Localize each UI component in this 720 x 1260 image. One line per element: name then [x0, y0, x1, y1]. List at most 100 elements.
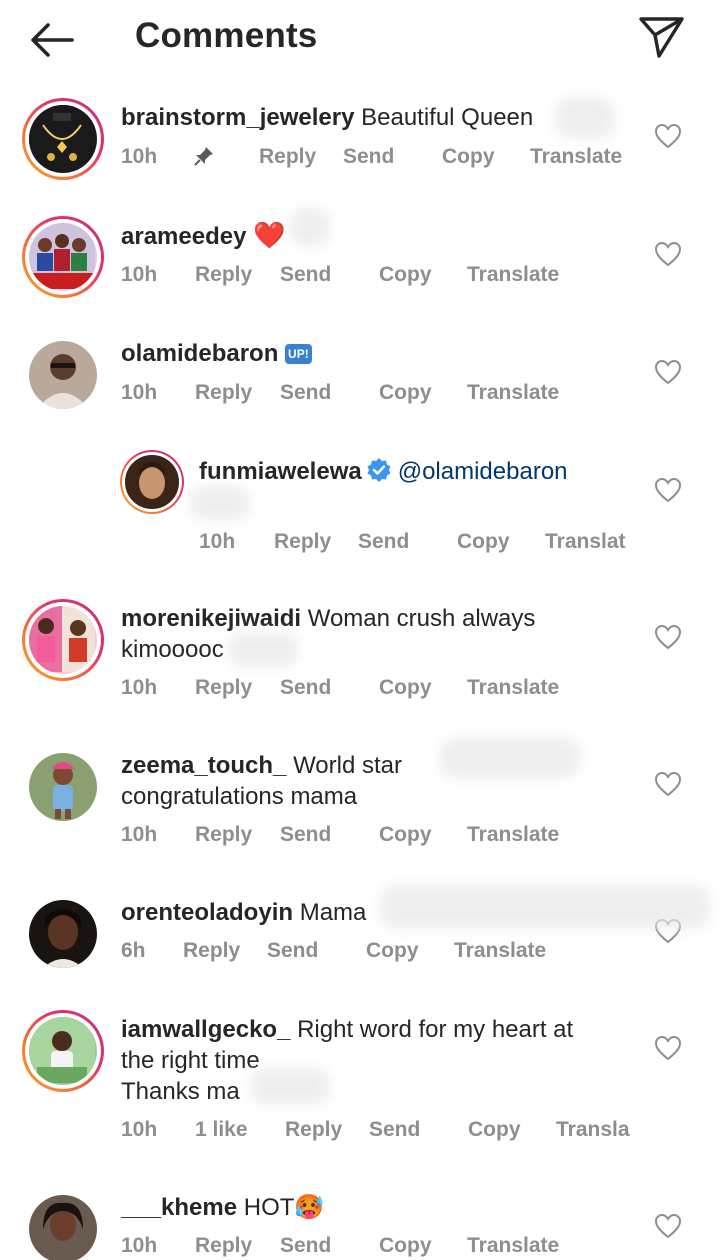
username[interactable]: orenteoladoyin [121, 899, 293, 926]
avatar[interactable] [22, 216, 104, 298]
avatar[interactable] [22, 1010, 104, 1092]
profile-photo [29, 753, 97, 821]
comment-body: ❤️ [253, 220, 286, 250]
comment-body: Mama [299, 899, 367, 926]
avatar[interactable] [22, 98, 104, 180]
username[interactable]: iamwallgecko_ [121, 1016, 290, 1043]
redacted-area [228, 633, 298, 667]
comment-body-line3: Thanks ma [121, 1078, 240, 1105]
heart-icon[interactable] [654, 359, 682, 385]
translate-button[interactable]: Translate [454, 939, 546, 963]
header: Comments [0, 0, 720, 78]
copy-button[interactable]: Copy [379, 823, 432, 847]
comment-body-line2: congratulations mama [121, 783, 358, 810]
copy-button[interactable]: Copy [379, 263, 432, 287]
profile-photo [29, 900, 97, 968]
comment-actions: 10h Reply Send Copy Translate [121, 676, 641, 706]
reply-button[interactable]: Reply [195, 381, 252, 405]
timestamp: 6h [121, 939, 146, 962]
redacted-area [290, 208, 330, 246]
comment-text: arameedey ❤️ [121, 220, 641, 252]
reply-button[interactable]: Reply [195, 676, 252, 700]
send-button[interactable]: Send [280, 263, 331, 287]
heart-icon[interactable] [654, 771, 682, 797]
avatar[interactable] [22, 599, 104, 681]
comment-actions: 10h 1 like Reply Send Copy Transla [121, 1118, 681, 1148]
comment-body-line2: the right time [121, 1047, 260, 1074]
timestamp: 10h [121, 381, 158, 404]
translate-button[interactable]: Translate [530, 145, 622, 169]
timestamp: 10h [121, 823, 158, 846]
redacted-area [555, 98, 615, 138]
avatar[interactable] [29, 900, 97, 968]
send-button[interactable]: Send [369, 1118, 420, 1142]
username[interactable]: zeema_touch_ [121, 752, 286, 779]
reply-button[interactable]: Reply [285, 1118, 342, 1142]
avatar[interactable] [29, 753, 97, 821]
avatar[interactable] [29, 1195, 97, 1260]
copy-button[interactable]: Copy [457, 530, 510, 554]
send-button[interactable]: Send [280, 823, 331, 847]
reply-button[interactable]: Reply [183, 939, 240, 963]
copy-button[interactable]: Copy [379, 381, 432, 405]
username[interactable]: morenikejiwaidi [121, 605, 301, 632]
heart-icon[interactable] [654, 123, 682, 149]
mention-link[interactable]: @olamidebaron [398, 458, 568, 485]
heart-icon[interactable] [654, 477, 682, 503]
translate-button[interactable]: Translate [467, 676, 559, 700]
translate-button[interactable]: Translat [545, 530, 626, 554]
send-button[interactable]: Send [343, 145, 394, 169]
username[interactable]: brainstorm_jewelery [121, 104, 354, 131]
copy-button[interactable]: Copy [442, 145, 495, 169]
send-button[interactable]: Send [358, 530, 409, 554]
redacted-area [250, 1068, 330, 1104]
reply-button[interactable]: Reply [195, 823, 252, 847]
send-button[interactable]: Send [280, 381, 331, 405]
translate-button[interactable]: Translate [467, 263, 559, 287]
translate-button[interactable]: Translate [467, 381, 559, 405]
paper-plane-icon[interactable] [636, 14, 686, 60]
reply-button[interactable]: Reply [259, 145, 316, 169]
comment-actions: 10h Reply Send Copy Translate [121, 1234, 641, 1260]
reply-button[interactable]: Reply [274, 530, 331, 554]
profile-photo [29, 1017, 95, 1083]
copy-button[interactable]: Copy [366, 939, 419, 963]
copy-button[interactable]: Copy [468, 1118, 521, 1142]
copy-button[interactable]: Copy [379, 1234, 432, 1258]
profile-photo [29, 1195, 97, 1260]
username[interactable]: ___kheme [121, 1194, 237, 1221]
username[interactable]: funmiawelewa [199, 458, 362, 485]
arrow-left-icon[interactable] [28, 20, 76, 60]
timestamp: 10h [121, 1234, 158, 1257]
comment-actions: 10h Reply Send Copy Translate [121, 145, 641, 175]
comment-body: HOT🥵 [243, 1194, 325, 1221]
username[interactable]: olamidebaron [121, 340, 278, 367]
username[interactable]: arameedey [121, 223, 246, 250]
redacted-area [440, 738, 580, 778]
timestamp: 10h [121, 1118, 158, 1141]
copy-button[interactable]: Copy [379, 676, 432, 700]
translate-button[interactable]: Transla [556, 1118, 630, 1142]
avatar[interactable] [29, 341, 97, 409]
page-title: Comments [135, 16, 318, 55]
translate-button[interactable]: Translate [467, 1234, 559, 1258]
heart-icon[interactable] [654, 1035, 682, 1061]
reply-button[interactable]: Reply [195, 263, 252, 287]
reply-button[interactable]: Reply [195, 1234, 252, 1258]
heart-icon[interactable] [654, 241, 682, 267]
heart-icon[interactable] [654, 624, 682, 650]
avatar[interactable] [120, 450, 184, 514]
send-button[interactable]: Send [267, 939, 318, 963]
likes-count[interactable]: 1 like [195, 1118, 248, 1142]
necklace-image [29, 105, 95, 171]
redacted-area [380, 885, 710, 929]
pin-icon [194, 147, 213, 166]
group-photo-image [29, 223, 95, 289]
profile-photo [29, 606, 95, 672]
send-button[interactable]: Send [280, 676, 331, 700]
send-button[interactable]: Send [280, 1234, 331, 1258]
comment-actions: 10h Reply Send Copy Translate [121, 263, 641, 293]
comment-body: Woman crush always [307, 605, 536, 632]
translate-button[interactable]: Translate [467, 823, 559, 847]
heart-icon[interactable] [654, 1213, 682, 1239]
